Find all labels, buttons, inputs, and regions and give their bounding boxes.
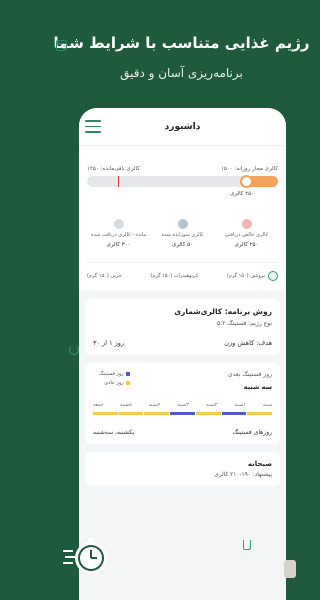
day-label: شنبه (262, 403, 272, 408)
stat-burned: کالری سوزانده شده ۵۰ کالری (151, 219, 214, 248)
calendar-icon[interactable] (56, 40, 67, 51)
stat-value: ۲۵۰ کالری (234, 242, 259, 248)
week-days: شنبه ۱شنبه ۲شنبه ۳شنبه ۴شنبه ۵شنبه جمعه (93, 403, 272, 408)
stat-remaining: مانده - کالری دریافت شده ۳۰۰ کالری (87, 219, 150, 248)
fasting-days-label: روزهای فستینگ (232, 429, 272, 436)
stat-value: ۳۰۰ کالری (106, 242, 131, 248)
hero-title: رژیم غذایی متناسب با شرایط شما (53, 34, 310, 52)
macro-protein: پروتئین (۱۵۰ گرم) (227, 271, 278, 281)
protein-icon (268, 271, 278, 281)
calorie-card: کالری مجاز روزانه: ۱۵۰۰ کالری باقی‌مانده… (79, 146, 286, 291)
fasting-legend: روز فستینگ روز عادی (99, 371, 130, 386)
apple-icon (241, 219, 252, 229)
cup-icon (243, 540, 251, 550)
stat-value: ۵۰ کالری (172, 242, 193, 248)
meal-title: صبحانه (247, 460, 272, 468)
stat-net-intake: کالری خالص دریافتی ۲۵۰ کالری (215, 219, 278, 248)
allowed-calories: کالری مجاز روزانه: ۱۵۰۰ (220, 166, 278, 172)
phone-screen: داشبورد کالری مجاز روزانه: ۱۵۰۰ کالری با… (79, 108, 286, 600)
stat-label: مانده - کالری دریافت شده (90, 232, 147, 238)
top-bar: داشبورد (79, 108, 286, 146)
consumed-calories: ۲۵۰ کالری (230, 191, 254, 197)
calorie-progress-bar (87, 175, 278, 188)
scroll-handle[interactable] (284, 560, 296, 578)
plate-icon (113, 219, 124, 229)
day-segment (118, 412, 144, 415)
remaining-calories: کالری باقی‌مانده: ۱۲۵۰ (87, 166, 140, 172)
macro-label: کربوهیدرات (۱۵۰ گرم) (150, 273, 199, 279)
day-label: ۲شنبه (205, 403, 218, 408)
program-day: روز ۱ از ۳۰ (93, 339, 125, 347)
meal-suggestion: پیشنهاد: ۱۹۰-۲۱۰ کالری (214, 472, 272, 478)
program-card[interactable]: روش برنامه: کالری‌شماری نوع رژیم: فستینگ… (85, 299, 280, 355)
legend-normal: روز عادی (99, 380, 130, 386)
week-day-bar (92, 412, 272, 415)
day-label: ۳شنبه (177, 403, 189, 408)
day-segment (144, 412, 170, 415)
day-segment (92, 412, 118, 415)
day-label: ۱شنبه (234, 403, 246, 408)
macro-carbs: کربوهیدرات (۱۵۰ گرم) (150, 273, 198, 279)
fasting-card[interactable]: روز فستینگ روز عادی روز فستینگ بعدی سه ش… (85, 363, 280, 444)
refresh-icon[interactable] (69, 345, 79, 355)
day-segment (195, 412, 221, 415)
day-label: ۵شنبه (120, 403, 132, 408)
calorie-stats: کالری خالص دریافتی ۲۵۰ کالری کالری سوزان… (87, 219, 278, 248)
day-segment (170, 412, 195, 415)
day-label: جمعه (93, 403, 104, 408)
hero-subtitle: برنامه‌ریزی آسان و دقیق (120, 66, 243, 80)
stat-label: کالری خالص دریافتی (224, 232, 269, 238)
day-segment (247, 412, 272, 415)
macro-label: چربی (۱۵۰ گرم) (87, 273, 122, 279)
shoe-icon (177, 219, 188, 229)
stopwatch-icon (63, 538, 107, 574)
macro-fat: چربی (۱۵۰ گرم) (87, 273, 122, 279)
stat-label: کالری سوزانده شده (161, 232, 204, 238)
program-method: روش برنامه: کالری‌شماری (174, 307, 272, 316)
menu-icon[interactable] (85, 120, 101, 134)
program-goal: هدف: کاهش وزن (224, 339, 272, 347)
macro-label: پروتئین (۱۵۰ گرم) (226, 273, 265, 279)
legend-fasting: روز فستینگ (99, 371, 130, 377)
calorie-target-marker (117, 176, 120, 187)
day-label: ۴شنبه (148, 403, 161, 408)
page-title: داشبورد (164, 121, 201, 132)
program-type: نوع رژیم: فستینگ ۵:۲ (216, 320, 272, 327)
fasting-days-value: یکشنبه، سه‌شنبه (93, 429, 135, 436)
meal-card[interactable]: صبحانه پیشنهاد: ۱۹۰-۲۱۰ کالری (85, 452, 280, 486)
day-segment (221, 412, 247, 415)
macros-row: پروتئین (۱۵۰ گرم) کربوهیدرات (۱۵۰ گرم) چ… (87, 262, 278, 281)
